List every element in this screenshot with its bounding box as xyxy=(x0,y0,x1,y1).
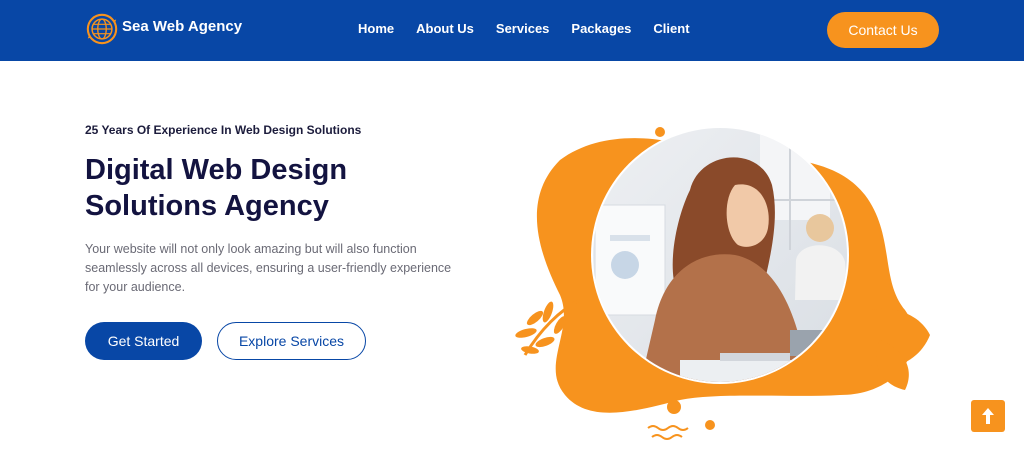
hero-description: Your website will not only look amazing … xyxy=(85,242,452,294)
nav-packages[interactable]: Packages xyxy=(571,21,631,36)
nav-about-us[interactable]: About Us xyxy=(416,21,474,36)
decor-dot xyxy=(655,127,665,137)
brand-logo[interactable]: Sea Web Agency xyxy=(85,11,242,47)
page-title: Digital Web Design Solutions Agency xyxy=(85,154,348,222)
brand-name: Sea Web Agency xyxy=(122,17,243,35)
nav-client[interactable]: Client xyxy=(653,21,689,36)
get-started-button[interactable]: Get Started xyxy=(85,322,202,360)
decor-wave xyxy=(647,425,689,431)
decor-dot xyxy=(667,400,681,414)
hero-eyebrow: 25 Years Of Experience In Web Design Sol… xyxy=(85,123,362,137)
scroll-to-top-button[interactable] xyxy=(971,400,1005,432)
nav-services[interactable]: Services xyxy=(496,21,550,36)
decor-dot xyxy=(705,420,715,430)
contact-us-button[interactable]: Contact Us xyxy=(827,12,939,48)
nav-home[interactable]: Home xyxy=(358,21,394,36)
globe-icon xyxy=(86,13,118,45)
hero-illustration xyxy=(515,126,930,440)
main-menu: Home About Us Services Packages Client xyxy=(358,21,712,36)
top-navbar: Sea Web Agency Home About Us Services Pa… xyxy=(0,0,1024,61)
decor-wave xyxy=(651,434,683,440)
arrow-up-icon xyxy=(982,408,994,424)
explore-services-button[interactable]: Explore Services xyxy=(217,322,366,360)
